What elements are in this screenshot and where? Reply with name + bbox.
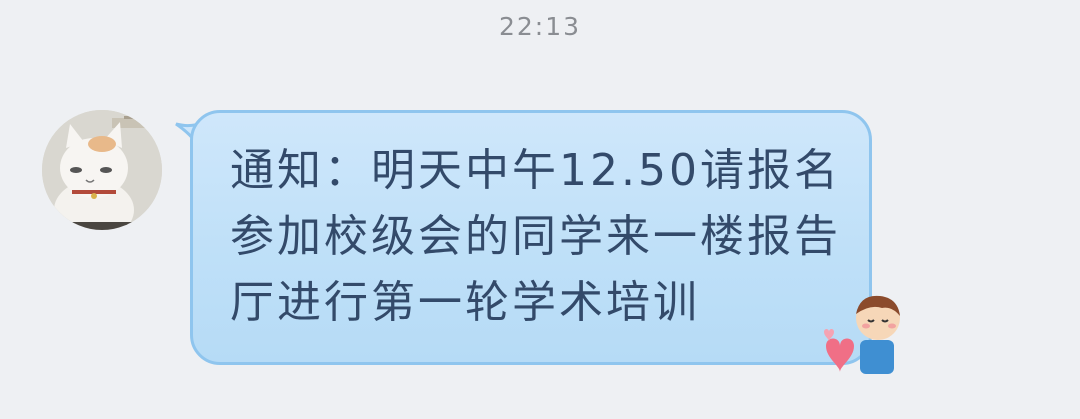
message-timestamp: 22:13 [498,12,582,41]
message-text: 通知：明天中午12.50请报名参加校级会的同学来一楼报告厅进行第一轮学术培训 [230,145,841,328]
cat-avatar-icon [42,110,162,230]
boy-heart-sticker-icon [824,295,900,374]
sender-avatar[interactable] [42,110,162,230]
